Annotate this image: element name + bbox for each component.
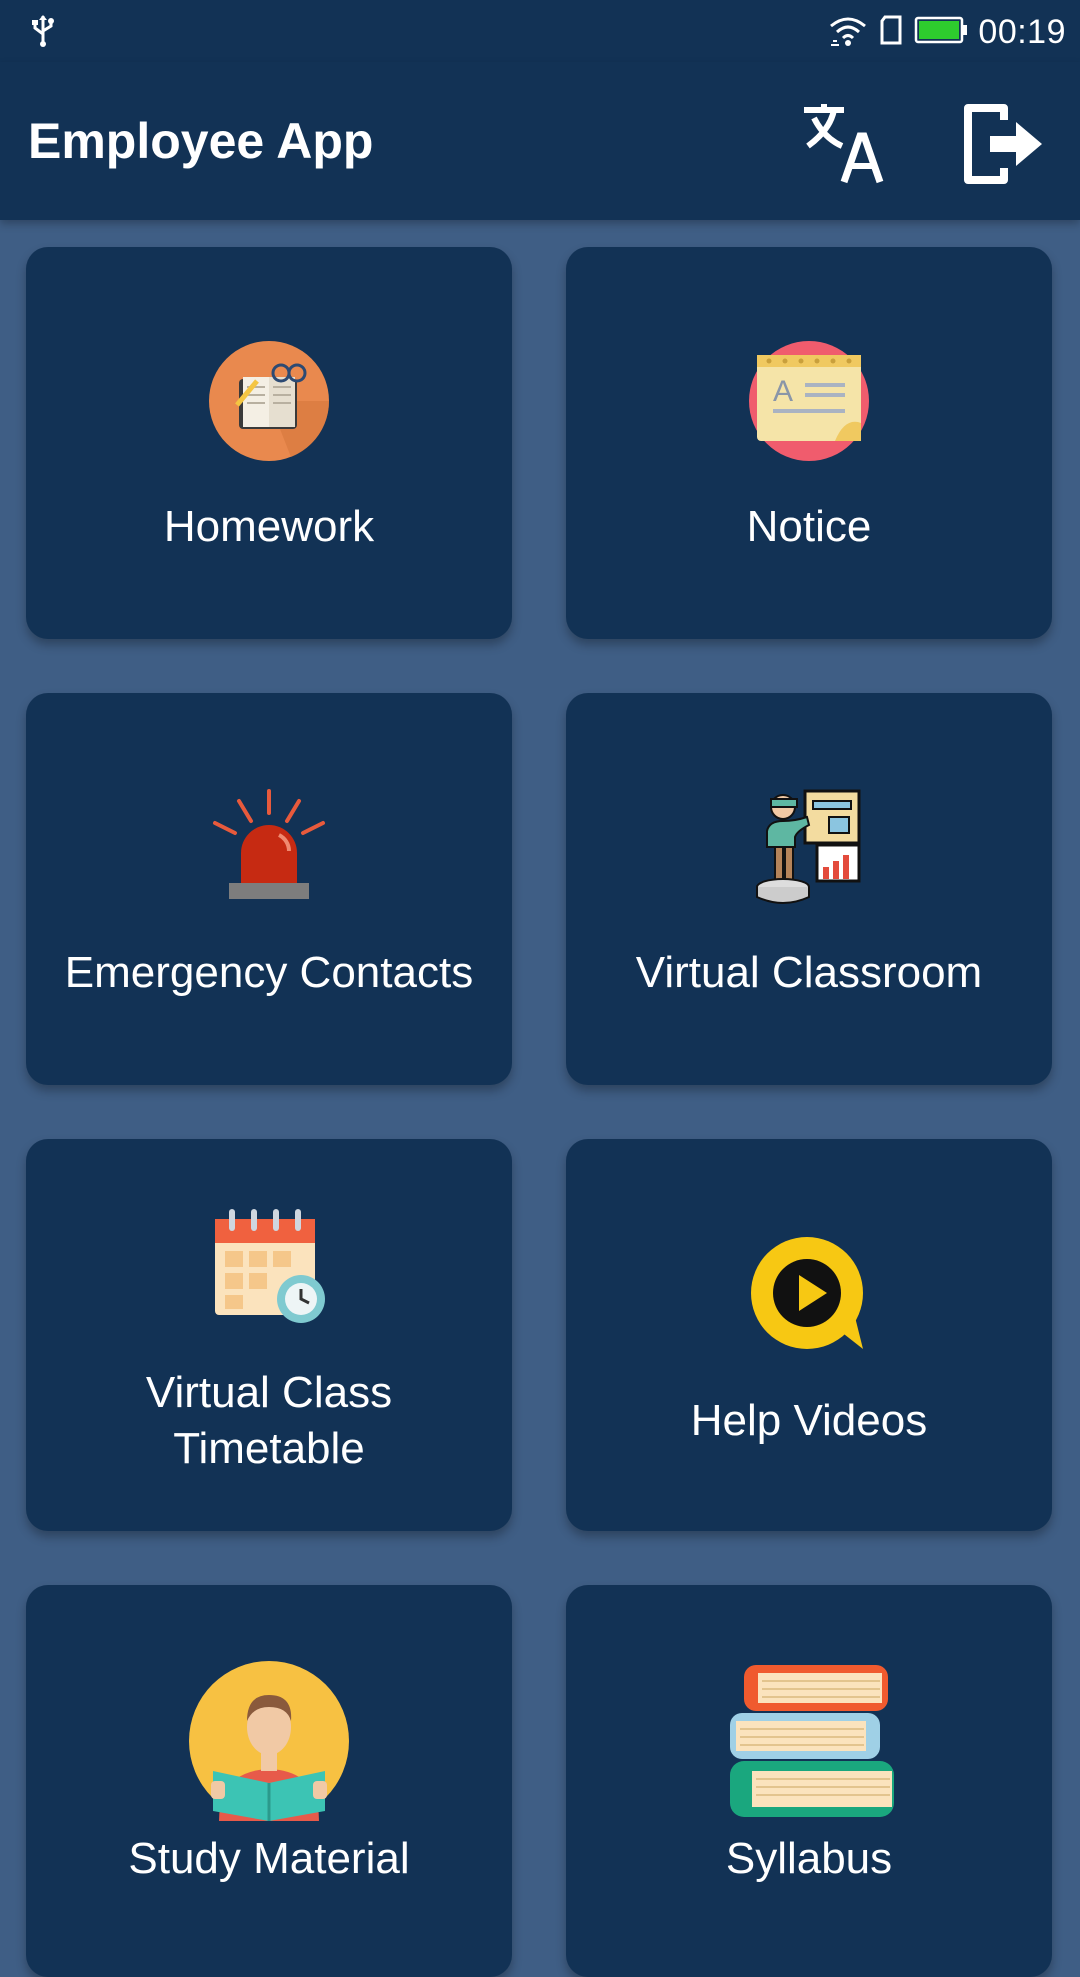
wifi-icon bbox=[828, 14, 868, 51]
tile-label: Virtual Classroom bbox=[635, 948, 983, 997]
calendar-clock-icon bbox=[209, 1209, 329, 1329]
tile-label: Emergency Contacts bbox=[64, 948, 474, 997]
logout-icon bbox=[964, 104, 1042, 184]
siren-icon bbox=[209, 787, 329, 907]
play-bubble-icon bbox=[749, 1235, 869, 1355]
study-material-tile[interactable]: Study Material bbox=[26, 1585, 512, 1977]
logout-button[interactable] bbox=[958, 98, 1050, 190]
status-time: 00:19 bbox=[978, 12, 1066, 51]
notice-pad-icon: A bbox=[749, 341, 869, 461]
tile-label-line1: Virtual Class bbox=[145, 1368, 393, 1417]
translate-button[interactable] bbox=[796, 98, 888, 190]
help-videos-tile[interactable]: Help Videos bbox=[566, 1139, 1052, 1531]
battery-icon bbox=[914, 15, 968, 50]
reading-person-icon bbox=[189, 1661, 349, 1821]
virtual-class-timetable-tile[interactable]: Virtual Class Timetable bbox=[26, 1139, 512, 1531]
app-bar: Employee App bbox=[0, 62, 1080, 220]
tile-label: Help Videos bbox=[690, 1396, 928, 1445]
tile-label: Syllabus bbox=[725, 1834, 893, 1883]
tile-label: Homework bbox=[163, 502, 375, 551]
syllabus-tile[interactable]: Syllabus bbox=[566, 1585, 1052, 1977]
book-stack-icon bbox=[724, 1661, 894, 1821]
tile-label: Study Material bbox=[128, 1834, 410, 1883]
homework-tile[interactable]: Homework bbox=[26, 247, 512, 639]
sim-card-icon bbox=[878, 15, 904, 50]
tile-label: Notice bbox=[746, 502, 872, 551]
notebook-icon bbox=[209, 341, 330, 461]
page-title: Employee App bbox=[28, 113, 374, 169]
notice-tile[interactable]: A Notice bbox=[566, 247, 1052, 639]
emergency-contacts-tile[interactable]: Emergency Contacts bbox=[26, 693, 512, 1085]
status-bar: 00:19 bbox=[0, 0, 1080, 62]
tile-label-line2: Timetable bbox=[173, 1424, 365, 1473]
translate-icon bbox=[804, 104, 884, 184]
usb-icon bbox=[28, 14, 58, 53]
svg-text:A: A bbox=[773, 375, 793, 408]
teacher-board-icon bbox=[749, 787, 869, 907]
menu-grid: Homework A Notice Emergency Contacts Vir… bbox=[0, 220, 1080, 1977]
virtual-classroom-tile[interactable]: Virtual Classroom bbox=[566, 693, 1052, 1085]
